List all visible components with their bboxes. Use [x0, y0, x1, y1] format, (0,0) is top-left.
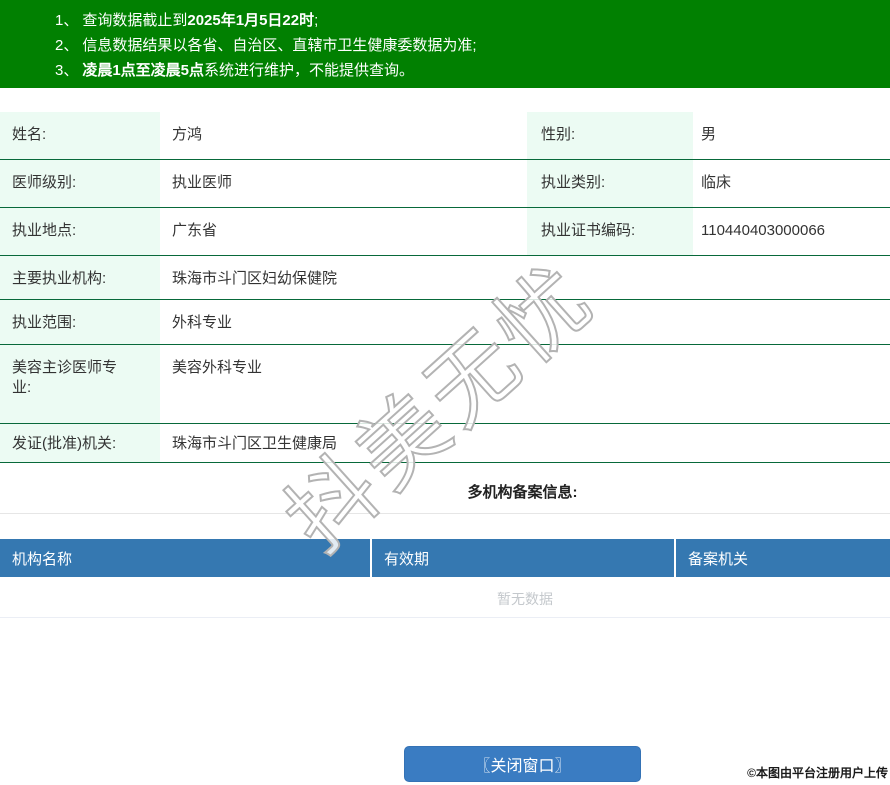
copyright-watermark-text: ©本图由平台注册用户上传	[747, 766, 888, 780]
field-label: 执业证书编码:	[527, 208, 693, 255]
column-header: 机构名称	[12, 551, 73, 568]
info-row: 医师级别: 执业医师 执业类别: 临床	[0, 160, 890, 208]
notice-text-segment: 查询数据截止到	[82, 12, 188, 29]
info-row: 主要执业机构: 珠海市斗门区妇幼保健院	[0, 256, 890, 300]
field-value: 男	[701, 126, 717, 143]
empty-data-text: 暂无数据	[0, 577, 890, 618]
notice-number: 2、	[55, 37, 79, 54]
field-value: 珠海市斗门区妇幼保健院	[172, 270, 338, 287]
field-value: 方鸿	[172, 126, 203, 143]
notice-line: 2、 信息数据结果以各省、自治区、直辖市卫生健康委数据为准;	[55, 33, 890, 58]
notice-line: 3、 凌晨1点至凌晨5点系统进行维护，不能提供查询。	[55, 58, 890, 83]
notice-line: 1、 查询数据截止到2025年1月5日22时;	[55, 8, 890, 33]
filing-section-title: 多机构备案信息:	[0, 463, 890, 514]
field-label: 性别:	[527, 112, 693, 159]
field-value: 110440403000066	[701, 222, 826, 239]
field-value: 临床	[701, 174, 732, 191]
notice-text-segment: 信息数据结果以各省、自治区、直辖市卫生健康委数据为准;	[82, 37, 477, 54]
info-row: 执业地点: 广东省 执业证书编码: 110440403000066	[0, 208, 890, 256]
info-row: 姓名: 方鸿 性别: 男	[0, 112, 890, 160]
info-row: 发证(批准)机关: 珠海市斗门区卫生健康局	[0, 424, 890, 463]
notice-text-segment: ;	[314, 12, 319, 29]
field-label: 姓名:	[0, 112, 160, 159]
notice-banner: 1、 查询数据截止到2025年1月5日22时; 2、 信息数据结果以各省、自治区、直辖…	[0, 0, 890, 88]
field-label: 主要执业机构:	[0, 256, 160, 299]
close-window-button[interactable]: 〖关闭窗口〗	[404, 746, 641, 782]
field-value: 执业医师	[172, 174, 233, 191]
field-label: 发证(批准)机关:	[0, 424, 160, 462]
filing-table: 机构名称 有效期 备案机关 暂无数据	[0, 539, 890, 618]
info-row: 执业范围: 外科专业	[0, 300, 890, 345]
notice-text-segment: 2025年1月5日22时	[187, 12, 315, 29]
field-label: 执业范围:	[0, 300, 160, 344]
doctor-info-table: 姓名: 方鸿 性别: 男医师级别: 执业医师 执业类别: 临床执业地点: 广东省 执业证书编码:…	[0, 112, 890, 463]
column-header: 备案机关	[674, 539, 888, 577]
field-value: 广东省	[172, 222, 218, 239]
field-value: 珠海市斗门区卫生健康局	[172, 435, 338, 452]
column-header: 有效期	[370, 539, 674, 577]
field-value: 美容外科专业	[172, 359, 263, 376]
info-row: 美容主诊医师专业: 美容外科专业	[0, 345, 890, 424]
notice-number: 1、	[55, 12, 79, 29]
field-label: 执业地点:	[0, 208, 160, 255]
notice-number: 3、	[55, 62, 79, 79]
field-label: 执业类别:	[527, 160, 693, 207]
filing-table-header: 机构名称 有效期 备案机关	[0, 539, 890, 577]
notice-text-segment: 凌晨1点至凌晨5点	[82, 62, 205, 79]
field-value: 外科专业	[172, 314, 233, 331]
notice-text-segment: 系统进行维护，不能提供查询。	[204, 62, 415, 79]
field-label: 医师级别:	[0, 160, 160, 207]
field-label: 美容主诊医师专业:	[0, 345, 160, 423]
